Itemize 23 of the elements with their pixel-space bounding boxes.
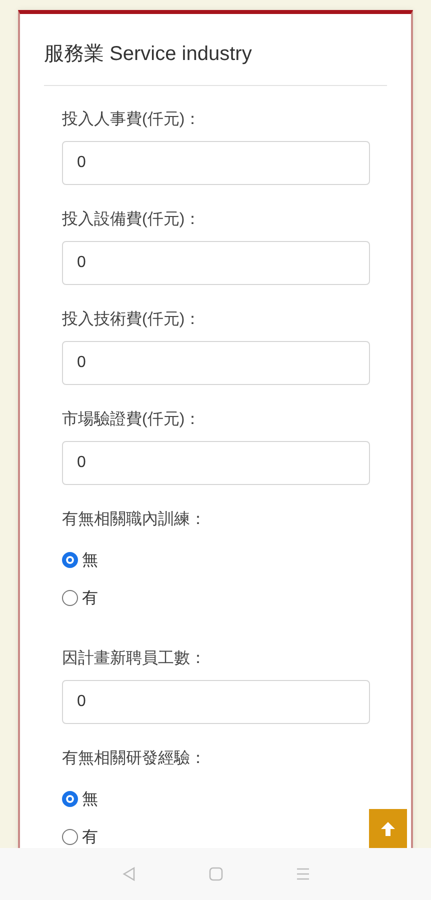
scroll-to-top-button[interactable]: [369, 809, 407, 848]
radio-button[interactable]: [62, 791, 78, 807]
input-field[interactable]: 0: [62, 680, 370, 724]
card-title: 服務業 Service industry: [44, 40, 387, 86]
field-label: 投入技術費(仟元)：: [62, 310, 202, 330]
radio-label: 有: [82, 828, 98, 848]
field-label: 投入人事費(仟元)：: [62, 110, 202, 130]
up-arrow-icon: [380, 820, 396, 836]
field-label: 因計畫新聘員工數：: [62, 648, 207, 669]
input-field[interactable]: 0: [62, 441, 370, 485]
input-field[interactable]: 0: [62, 241, 370, 285]
input-field[interactable]: 0: [62, 141, 370, 185]
radio-label: 有: [82, 588, 98, 608]
field-label: 有無相關職內訓練：: [62, 510, 207, 530]
radio-label: 無: [82, 550, 98, 570]
field-label: 市場驗證費(仟元)：: [62, 410, 202, 430]
field-label: 投入設備費(仟元)：: [62, 210, 202, 230]
input-field[interactable]: 0: [62, 341, 370, 385]
radio-button[interactable]: [62, 829, 78, 845]
radio-label: 無: [82, 790, 98, 810]
radio-button[interactable]: [62, 590, 78, 606]
field-label: 有無相關研發經驗：: [62, 748, 207, 769]
radio-button[interactable]: [62, 552, 78, 568]
